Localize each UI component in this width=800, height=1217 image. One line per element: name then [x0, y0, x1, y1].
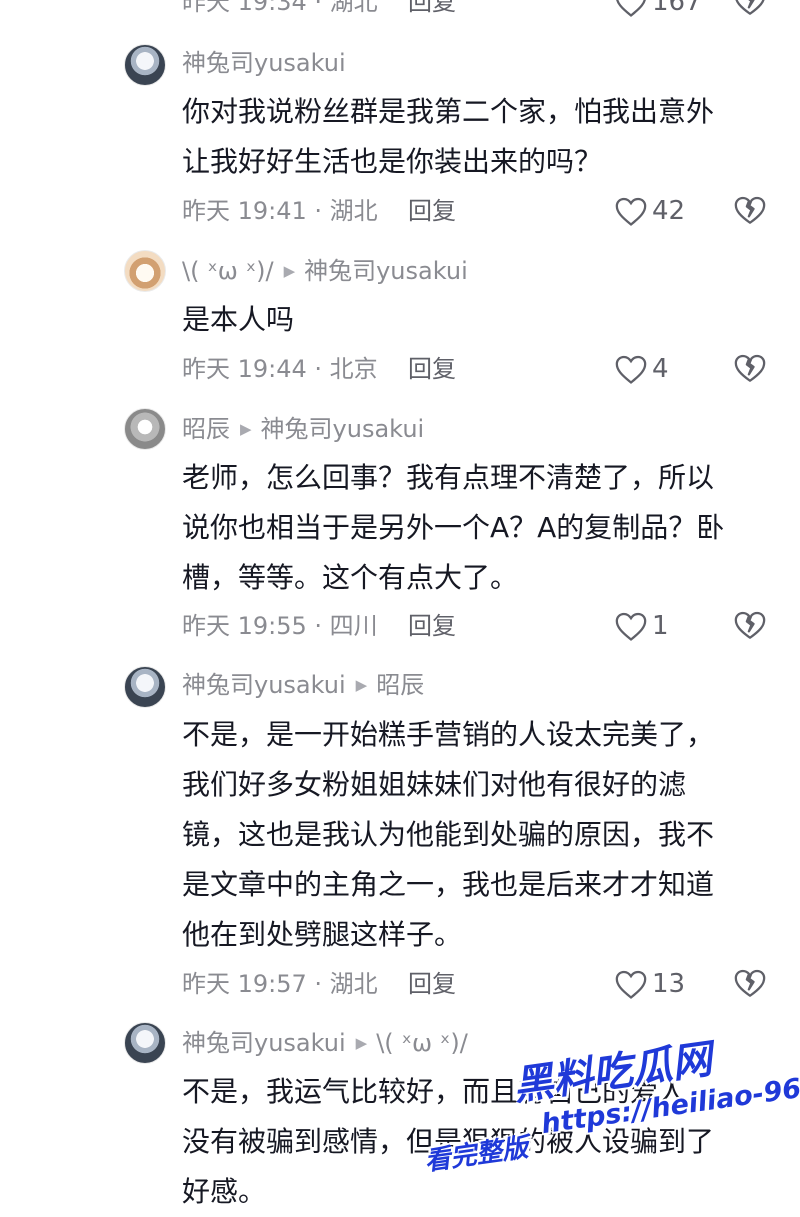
text-line: 老师，怎么回事？我有点理不清楚了，所以 — [182, 461, 715, 494]
comment-time: 昨天 19:41 · 湖北 — [182, 197, 378, 225]
reply-arrow-icon: ▶ — [240, 420, 252, 438]
username[interactable]: 神兔司yusakui — [182, 1026, 346, 1060]
text-line: 你对我说粉丝群是我第二个家，怕我出意外 — [182, 95, 715, 128]
dislike-icon[interactable] — [733, 193, 767, 227]
dislike-icon[interactable] — [733, 608, 767, 642]
comment-header: 昭辰 ▶ 神兔司yusakui — [182, 412, 424, 446]
comment-text: 不是，是一开始糕手营销的人设太完美了， 我们好多女粉姐姐妹妹们对他有很好的滤 镜… — [182, 710, 762, 960]
bunny-avatar[interactable] — [124, 44, 166, 86]
username[interactable]: 神兔司yusakui — [182, 668, 346, 702]
text-line: 槽，等等。这个有点大了。 — [182, 561, 519, 594]
heart-icon — [615, 355, 647, 384]
comment-text: 是本人吗 — [182, 295, 762, 345]
comment-header: 神兔司yusakui — [182, 46, 346, 80]
reply-to-username[interactable]: \( ˣω ˣ)/ — [376, 1026, 468, 1060]
comment-time: 昨天 19:57 · 湖北 — [182, 970, 378, 998]
like-button[interactable]: 13 — [614, 964, 685, 1004]
heart-icon — [615, 197, 647, 226]
dog-avatar[interactable] — [124, 250, 166, 292]
bunny-avatar[interactable] — [124, 666, 166, 708]
comment-header: \( ˣω ˣ)/ ▶ 神兔司yusakui — [182, 254, 468, 288]
reply-arrow-icon: ▶ — [283, 262, 296, 280]
text-line: 我们好多女粉姐姐妹妹们对他有很好的滤 — [182, 768, 687, 801]
reply-to-username[interactable]: 昭辰 — [376, 668, 424, 702]
comment-footer: 昨天 19:41 · 湖北 回复 42 — [182, 191, 770, 231]
like-count: 1 — [652, 611, 669, 641]
dislike-icon[interactable] — [733, 351, 767, 385]
like-count: 4 — [652, 354, 669, 384]
reply-arrow-icon: ▶ — [355, 676, 368, 694]
heart-icon — [615, 612, 647, 641]
username[interactable]: \( ˣω ˣ)/ — [182, 254, 274, 288]
gray-avatar[interactable] — [124, 408, 166, 450]
like-button[interactable]: 1 — [614, 606, 669, 646]
like-button[interactable]: 42 — [614, 191, 685, 231]
text-line: 是文章中的主角之一，我也是后来才才知道 — [182, 868, 715, 901]
top-partial-footer: 昨天 19:34 · 湖北 回复 167 — [182, 0, 770, 22]
reply-button[interactable]: 回复 — [408, 349, 456, 389]
comment-time: 昨天 19:44 · 北京 — [182, 355, 378, 383]
reply-button[interactable]: 回复 — [408, 191, 456, 231]
comment-footer: 昨天 19:55 · 四川 回复 1 — [182, 606, 770, 646]
dislike-icon[interactable] — [733, 966, 767, 1000]
comment-time: 昨天 19:55 · 四川 — [182, 612, 378, 640]
comment-footer: 昨天 19:44 · 北京 回复 4 — [182, 349, 770, 389]
comment-header: 神兔司yusakui ▶ 昭辰 — [182, 668, 424, 702]
comment-text: 你对我说粉丝群是我第二个家，怕我出意外 让我好好生活也是你装出来的吗？ — [182, 87, 762, 187]
text-line: 让我好好生活也是你装出来的吗？ — [182, 145, 603, 178]
like-count: 42 — [652, 196, 686, 226]
comment-header: 神兔司yusakui ▶ \( ˣω ˣ)/ — [182, 1026, 468, 1060]
like-button[interactable]: 4 — [614, 349, 669, 389]
heart-icon — [616, 0, 646, 17]
comment-text: 老师，怎么回事？我有点理不清楚了，所以 说你也相当于是另外一个A？A的复制品？卧… — [182, 453, 762, 603]
comment-time: 昨天 19:34 · 湖北 — [182, 0, 378, 16]
username[interactable]: 神兔司yusakui — [182, 46, 346, 80]
bunny-avatar[interactable] — [124, 1022, 166, 1064]
comment-footer: 昨天 19:57 · 湖北 回复 13 — [182, 964, 770, 1004]
text-line: 镜，这也是我认为他能到处骗的原因，我不 — [182, 818, 715, 851]
text-line: 说你也相当于是另外一个A？A的复制品？卧 — [182, 511, 725, 544]
dislike-icon[interactable] — [733, 0, 767, 18]
reply-button[interactable]: 回复 — [408, 964, 456, 1004]
like-button[interactable]: 167 — [614, 0, 702, 22]
reply-arrow-icon: ▶ — [355, 1034, 368, 1052]
text-line: 好感。 — [182, 1175, 267, 1208]
reply-button[interactable]: 回复 — [408, 606, 456, 646]
reply-to-username[interactable]: 神兔司yusakui — [304, 254, 468, 288]
heart-icon — [615, 970, 647, 999]
like-count: 167 — [652, 0, 702, 17]
text-line: 是本人吗 — [182, 303, 295, 336]
reply-button[interactable]: 回复 — [408, 0, 456, 22]
text-line: 不是，是一开始糕手营销的人设太完美了， — [182, 718, 715, 751]
like-count: 13 — [652, 969, 686, 999]
username[interactable]: 昭辰 — [182, 412, 230, 446]
reply-to-username[interactable]: 神兔司yusakui — [261, 412, 425, 446]
text-line: 他在到处劈腿这样子。 — [182, 918, 463, 951]
